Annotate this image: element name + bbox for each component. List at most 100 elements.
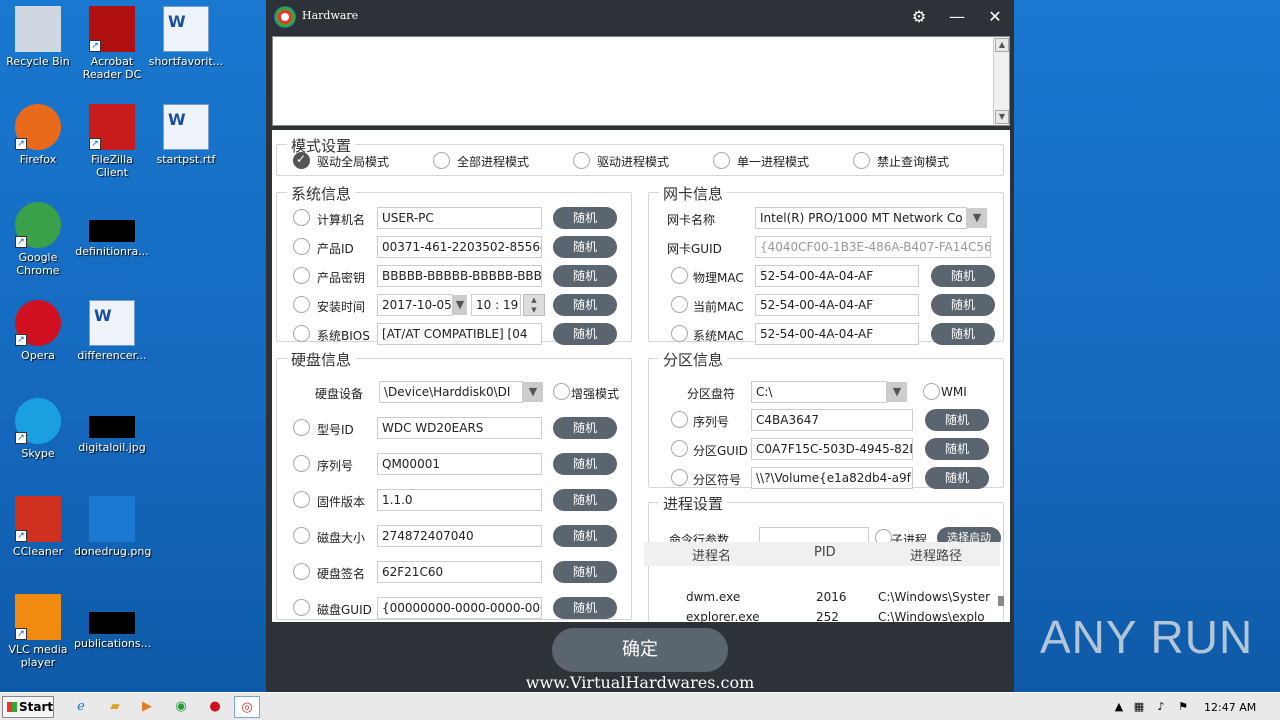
scroll-up-icon[interactable]: ▲ <box>995 38 1009 52</box>
disk-value-field[interactable]: 274872407040 <box>377 525 542 547</box>
footer-url[interactable]: www.VirtualHardwares.com <box>266 673 1014 692</box>
random-button[interactable]: 随机 <box>553 561 617 583</box>
nic-mac-radio[interactable] <box>671 267 688 284</box>
random-button[interactable]: 随机 <box>553 236 617 258</box>
nic-mac-radio[interactable] <box>671 296 688 313</box>
desktop-icon[interactable]: donedrug.png <box>74 496 151 558</box>
random-button[interactable]: 随机 <box>553 453 617 475</box>
mode-radio-4[interactable] <box>853 152 870 169</box>
nic-name-select[interactable]: Intel(R) PRO/1000 MT Network Co <box>755 207 967 229</box>
random-button[interactable]: 随机 <box>553 207 617 229</box>
desktop-icon[interactable]: digitaloil.jpg <box>74 398 150 454</box>
process-name[interactable]: dwm.exe <box>686 590 740 604</box>
sys-value-field[interactable]: 00371-461-2203502-85564 <box>377 236 542 258</box>
time-spinner[interactable]: ▲ ▼ <box>523 294 545 316</box>
partition-value-field[interactable]: C4BA3647 <box>751 409 913 431</box>
random-button[interactable]: 随机 <box>925 438 989 460</box>
desktop-icon[interactable]: ↗ Opera <box>0 300 76 362</box>
opera-taskbar-icon[interactable]: ● <box>202 696 228 718</box>
sys-radio[interactable] <box>293 296 310 313</box>
mode-radio-1[interactable] <box>433 152 450 169</box>
spin-down-icon[interactable]: ▼ <box>524 305 544 315</box>
desktop-icon[interactable]: ↗ CCleaner <box>0 496 76 558</box>
process-pid[interactable]: 252 <box>816 610 839 624</box>
chevron-down-icon[interactable]: ▼ <box>887 382 907 402</box>
wmi-radio[interactable] <box>923 383 940 400</box>
desktop-icon[interactable]: ↗ Acrobat Reader DC <box>74 6 150 81</box>
sys-radio[interactable] <box>293 325 310 342</box>
process-path[interactable]: C:\Windows\Syster <box>878 590 996 604</box>
random-button[interactable]: 随机 <box>553 323 617 345</box>
disk-radio[interactable] <box>293 455 310 472</box>
enhance-mode-radio[interactable] <box>553 383 570 400</box>
random-button[interactable]: 随机 <box>931 323 995 345</box>
random-button[interactable]: 随机 <box>553 417 617 439</box>
install-date-field[interactable]: 2017-10-05 <box>377 294 453 316</box>
chevron-down-icon[interactable]: ▼ <box>453 295 467 315</box>
process-pid[interactable]: 2016 <box>816 590 847 604</box>
nic-guid-field[interactable]: {4040CF00-1B3E-486A-B407-FA14C56E <box>755 236 991 258</box>
disk-radio[interactable] <box>293 599 310 616</box>
sys-value-field[interactable]: BBBBB-BBBBB-BBBBB-BBBBB <box>377 265 542 287</box>
confirm-button[interactable]: 确定 <box>552 628 728 672</box>
process-name[interactable]: explorer.exe <box>686 610 760 624</box>
random-button[interactable]: 随机 <box>931 265 995 287</box>
sys-radio[interactable] <box>293 209 310 226</box>
disk-radio[interactable] <box>293 491 310 508</box>
partition-value-field[interactable]: C0A7F15C-503D-4945-82D <box>751 438 913 460</box>
chevron-down-icon[interactable]: ▼ <box>967 208 987 228</box>
chevron-down-icon[interactable]: ▼ <box>523 382 543 402</box>
minimize-button[interactable]: — <box>946 6 968 28</box>
close-button[interactable]: ✕ <box>984 6 1006 28</box>
desktop-icon[interactable]: Recycle Bin <box>0 6 76 68</box>
settings-gear-icon[interactable]: ⚙ <box>908 6 930 28</box>
nic-mac-field[interactable]: 52-54-00-4A-04-AF <box>755 265 919 287</box>
hardware-taskbar-icon[interactable]: ◎ <box>234 696 260 718</box>
sys-value-field[interactable]: [AT/AT COMPATIBLE] [04 <box>377 323 542 345</box>
desktop-icon[interactable]: Wshortfavorit... <box>148 6 224 68</box>
chrome-taskbar-icon[interactable]: ◉ <box>168 696 194 718</box>
disk-radio[interactable] <box>293 419 310 436</box>
install-time-field[interactable]: 10 : 19 <box>471 294 521 316</box>
sys-value-field[interactable]: USER-PC <box>377 207 542 229</box>
disk-value-field[interactable]: {00000000-0000-0000-0000 <box>377 597 542 619</box>
desktop-icon[interactable]: publications... <box>74 594 151 650</box>
disk-radio[interactable] <box>293 527 310 544</box>
disk-radio[interactable] <box>293 563 310 580</box>
disk-value-field[interactable]: QM00001 <box>377 453 542 475</box>
spin-up-icon[interactable]: ▲ <box>524 295 544 305</box>
clock[interactable]: 12:47 AM <box>1204 701 1256 714</box>
desktop-icon[interactable]: Wstartpst.rtf <box>148 104 224 166</box>
desktop-icon[interactable]: ↗ VLC media player <box>0 594 76 669</box>
random-button[interactable]: 随机 <box>553 265 617 287</box>
disk-value-field[interactable]: WDC WD20EARS <box>377 417 542 439</box>
log-textarea[interactable]: ▲ ▼ <box>272 36 1010 126</box>
explorer-taskbar-icon[interactable]: ▰ <box>102 696 128 718</box>
start-button[interactable]: Start <box>2 696 54 718</box>
random-button[interactable]: 随机 <box>931 294 995 316</box>
partition-radio[interactable] <box>671 469 688 486</box>
disk-value-field[interactable]: 62F21C60 <box>377 561 542 583</box>
partition-radio[interactable] <box>671 411 688 428</box>
ie-taskbar-icon[interactable]: ℯ <box>68 696 94 718</box>
sys-radio[interactable] <box>293 238 310 255</box>
partition-drive-select[interactable]: C:\ <box>751 381 887 403</box>
desktop-icon[interactable]: ↗ FileZilla Client <box>74 104 150 179</box>
desktop-icon[interactable]: definitionra... <box>74 202 150 258</box>
nic-mac-radio[interactable] <box>671 325 688 342</box>
random-button[interactable]: 随机 <box>925 467 989 489</box>
desktop-icon[interactable]: Wdifferencer... <box>74 300 150 362</box>
random-button[interactable]: 随机 <box>553 597 617 619</box>
desktop-icon[interactable]: ↗ Skype <box>0 398 76 460</box>
process-scrollbar[interactable] <box>998 596 1004 606</box>
disk-device-select[interactable]: \Device\Harddisk0\DI <box>379 381 523 403</box>
desktop-icon[interactable]: ↗ Google Chrome <box>0 202 76 277</box>
random-button[interactable]: 随机 <box>925 409 989 431</box>
sys-radio[interactable] <box>293 267 310 284</box>
nic-mac-field[interactable]: 52-54-00-4A-04-AF <box>755 323 919 345</box>
partition-value-field[interactable]: \\?\Volume{e1a82db4-a9f <box>751 467 913 489</box>
mode-radio-0[interactable] <box>293 152 310 169</box>
disk-value-field[interactable]: 1.1.0 <box>377 489 542 511</box>
mode-radio-3[interactable] <box>713 152 730 169</box>
scroll-down-icon[interactable]: ▼ <box>995 110 1009 124</box>
